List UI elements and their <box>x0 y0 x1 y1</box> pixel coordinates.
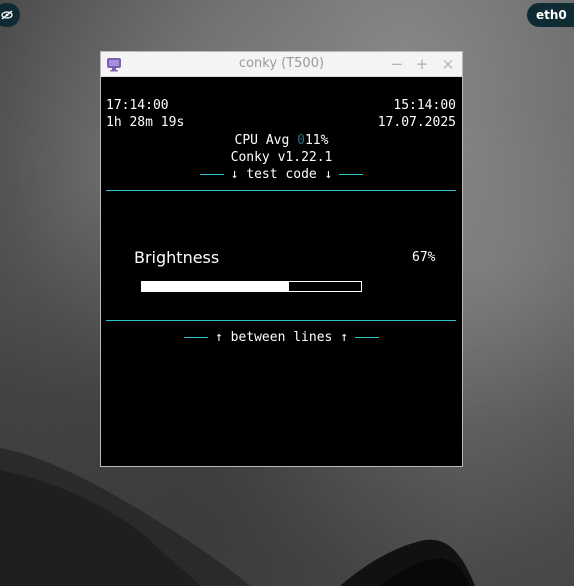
uptime: 1h 28m 19s <box>106 115 185 130</box>
brightness-label: Brightness <box>134 248 220 267</box>
minimize-button[interactable]: − <box>388 55 406 73</box>
brightness-value: 67% <box>412 250 436 265</box>
between-lines-label: ↑ between lines ↑ <box>214 330 349 345</box>
top-divider-line <box>106 190 456 191</box>
bottom-divider-line <box>106 320 456 321</box>
test-code-label: ↓ test code ↓ <box>230 167 333 182</box>
maximize-button[interactable]: + <box>413 55 431 73</box>
divider-dash <box>339 174 364 175</box>
brightness-bar <box>141 281 362 292</box>
cpu-label: CPU Avg <box>234 133 298 148</box>
window-titlebar[interactable]: conky (T500) − + × <box>101 52 462 77</box>
divider-dash <box>183 337 208 338</box>
eye-slash-icon <box>1 10 13 20</box>
cpu-leading-zero: 0 <box>297 133 305 148</box>
brightness-bar-fill <box>142 282 289 291</box>
conky-version: Conky v1.22.1 <box>230 150 333 165</box>
test-code-marker: ↓ test code ↓ <box>101 167 462 182</box>
window-title: conky (T500) <box>238 56 325 71</box>
cpu-average: CPU Avg 011% <box>101 133 462 148</box>
divider-dash <box>199 174 224 175</box>
between-lines-marker: ↑ between lines ↑ <box>101 330 462 345</box>
network-interface-pill[interactable]: eth0 7 <box>527 3 574 27</box>
utc-time: 15:14:00 <box>393 98 456 113</box>
network-interface-label: eth0 <box>536 8 567 22</box>
date: 17.07.2025 <box>377 115 456 130</box>
divider-dash <box>355 337 380 338</box>
conky-window[interactable]: conky (T500) − + × 17:14:00 15:14:00 1h … <box>101 52 462 466</box>
cpu-value: 11% <box>304 133 329 148</box>
close-button[interactable]: × <box>439 55 457 73</box>
local-time: 17:14:00 <box>106 98 169 113</box>
